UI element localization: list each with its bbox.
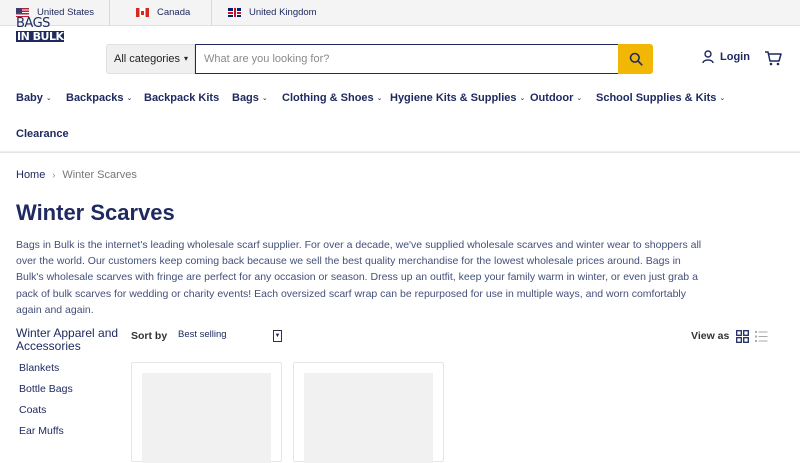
nav-item-baby[interactable]: Baby ⌄ — [16, 90, 52, 106]
sidebar-item-ear-muffs[interactable]: Ear Muffs — [19, 425, 64, 437]
nav-item-label: Backpacks — [66, 92, 124, 104]
product-card[interactable] — [131, 362, 282, 463]
nav-item-outdoor[interactable]: Outdoor ⌄ — [530, 90, 582, 106]
sidebar-item-coats[interactable]: Coats — [19, 404, 46, 416]
nav-item-label: Bags — [232, 92, 259, 104]
list-view-icon — [755, 331, 768, 342]
country-united-kingdom[interactable]: United Kingdom — [212, 0, 317, 26]
sort-dropdown[interactable]: Best selling ▼ — [172, 329, 282, 344]
user-icon — [702, 50, 714, 64]
grid-view-icon — [736, 330, 749, 343]
nav-item-label: School Supplies & Kits — [596, 92, 717, 104]
category-dropdown[interactable]: All categories ▾ — [106, 44, 195, 74]
sidebar-title: Winter Apparel and Accessories — [16, 326, 119, 353]
search-icon — [629, 52, 643, 66]
nav-item-label: Baby — [16, 92, 43, 104]
login-link[interactable]: Login — [702, 50, 750, 64]
canada-flag-icon — [136, 8, 149, 17]
chevron-down-icon: ⌄ — [45, 95, 52, 102]
sidebar-item-blankets[interactable]: Blankets — [19, 362, 59, 374]
logo-line-2: IN BULK — [16, 30, 65, 43]
cart-button[interactable] — [764, 50, 782, 71]
nav-item-bags[interactable]: Bags ⌄ — [232, 90, 268, 106]
nav-item-label: Outdoor — [530, 92, 574, 104]
country-selector-bar: United States Canada United Kingdom — [0, 0, 800, 26]
search-input[interactable] — [195, 44, 619, 74]
country-canada[interactable]: Canada — [110, 0, 212, 26]
logo-line-1: BAGS — [16, 16, 50, 31]
nav-item-backpacks[interactable]: Backpacks ⌄ — [66, 90, 132, 106]
country-label: United Kingdom — [249, 7, 317, 18]
nav-item-school-supplies[interactable]: School Supplies & Kits ⌄ — [596, 90, 725, 106]
nav-item-hygiene-kits[interactable]: Hygiene Kits & Supplies ⌄ — [390, 90, 525, 106]
nav-item-label: Backpack Kits — [144, 92, 220, 104]
page-title: Winter Scarves — [16, 200, 175, 225]
sidebar-item-bottle-bags[interactable]: Bottle Bags — [19, 383, 73, 395]
chevron-down-icon: ⌄ — [261, 95, 268, 102]
grid-view-button[interactable] — [736, 330, 749, 348]
chevron-down-icon: ⌄ — [126, 95, 133, 102]
nav-item-backpack-kits[interactable]: Backpack Kits — [144, 90, 219, 106]
chevron-down-icon: ⌄ — [519, 95, 526, 102]
nav-item-label: Clearance — [16, 128, 69, 140]
breadcrumb: Home › Winter Scarves — [16, 169, 137, 181]
product-card[interactable] — [293, 362, 444, 463]
sort-dropdown-value: Best selling — [178, 329, 227, 340]
view-as-label: View as — [691, 330, 730, 342]
cart-icon — [765, 51, 782, 66]
country-label: Canada — [157, 7, 191, 18]
chevron-down-icon: ⌄ — [376, 95, 383, 102]
chevron-down-icon: ▼ — [273, 330, 282, 342]
nav-item-label: Clothing & Shoes — [282, 92, 374, 104]
nav-item-label: Hygiene Kits & Supplies — [390, 92, 517, 104]
uk-flag-icon — [228, 8, 241, 17]
collection-description: Bags in Bulk is the internet's leading w… — [16, 239, 702, 316]
site-logo[interactable]: BAGS IN BULK — [16, 16, 72, 43]
login-label: Login — [720, 51, 750, 63]
breadcrumb-home-link[interactable]: Home — [16, 169, 45, 181]
chevron-down-icon: ⌄ — [719, 95, 726, 102]
category-dropdown-value: All categories — [114, 53, 181, 65]
chevron-down-icon: ▾ — [183, 54, 188, 63]
list-view-button[interactable] — [755, 330, 768, 348]
sort-label: Sort by — [131, 330, 168, 342]
header-divider — [0, 151, 800, 153]
breadcrumb-separator: › — [52, 170, 56, 180]
nav-item-clearance[interactable]: Clearance — [16, 126, 69, 142]
search-button[interactable] — [618, 44, 653, 74]
chevron-down-icon: ⌄ — [576, 95, 583, 102]
breadcrumb-current: Winter Scarves — [62, 169, 137, 181]
nav-item-clothing-shoes[interactable]: Clothing & Shoes ⌄ — [282, 90, 383, 106]
